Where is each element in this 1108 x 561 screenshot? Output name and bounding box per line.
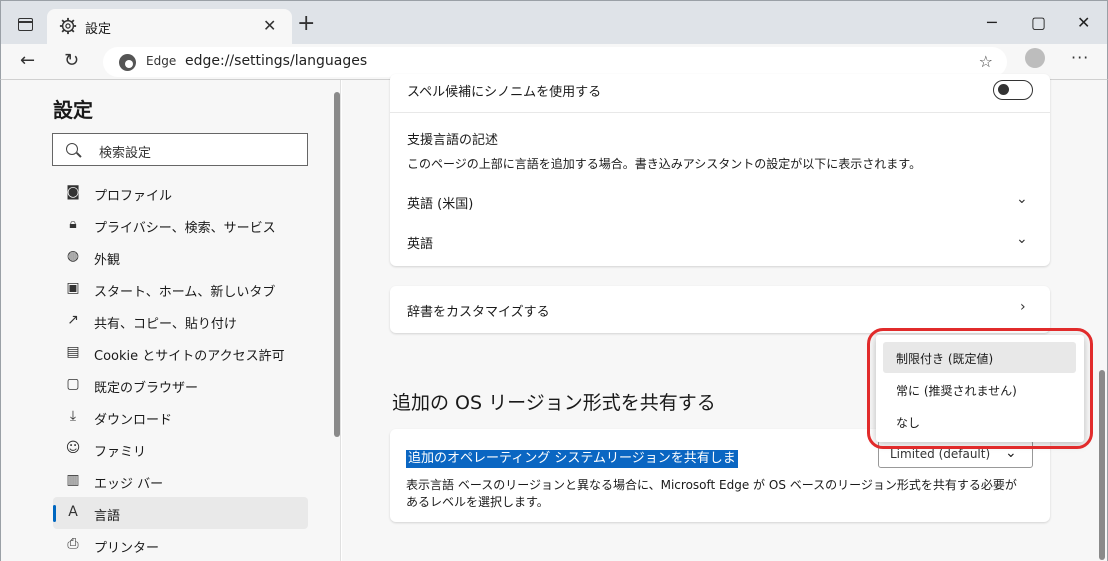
os-region-heading: 追加の OS リージョン形式を共有する xyxy=(392,392,716,414)
sidebar-item-edge-bar[interactable]: ▥ エッジ バー xyxy=(53,465,308,497)
sidebar-item-default-browser[interactable]: ▢ 既定のブラウザー xyxy=(53,369,308,401)
os-region-description: あるレベルを選択します。 xyxy=(406,495,549,509)
sidebar-scrollbar[interactable] xyxy=(334,92,340,437)
sidebar-item-label: 共有、コピー、貼り付け xyxy=(94,317,237,332)
close-tab-icon[interactable]: ✕ xyxy=(263,16,276,35)
gear-icon xyxy=(59,17,77,35)
writing-assistance-heading: 支援言語の記述 xyxy=(407,133,499,148)
highlight-box xyxy=(867,328,1093,449)
settings-sidebar: 設定 検索設定 ◙ プロファイル 🔒︎ プライバシー、検索、サービス ◍ 外観 … xyxy=(0,80,341,561)
more-icon[interactable]: ··· xyxy=(1071,48,1089,67)
family-icon: ☺ xyxy=(65,440,81,456)
sidebar-item-privacy[interactable]: 🔒︎ プライバシー、検索、サービス xyxy=(53,209,308,241)
sidebar-item-label: プロファイル xyxy=(94,189,173,204)
profile-avatar[interactable] xyxy=(1025,48,1045,68)
search-placeholder: 検索設定 xyxy=(99,146,152,161)
sidebar-item-languages[interactable]: A 言語 xyxy=(53,497,308,529)
sidebar-item-downloads[interactable]: ⤓ ダウンロード xyxy=(53,401,308,433)
sidebar-item-cookies[interactable]: ▤ Cookie とサイトのアクセス許可 xyxy=(53,337,308,369)
sidebar-item-appearance[interactable]: ◍ 外観 xyxy=(53,241,308,273)
browser-tab[interactable]: 設定 ✕ xyxy=(47,9,292,45)
sidebar-item-start-home[interactable]: ▣ スタート、ホーム、新しいタブ xyxy=(53,273,308,305)
divider xyxy=(390,112,1050,113)
spell-writing-card: スペル候補にシノニムを使用する 支援言語の記述 このページの上部に言語を追加する… xyxy=(390,74,1050,266)
sidebar-item-family[interactable]: ☺ ファミリ xyxy=(53,433,308,465)
share-icon: ↗ xyxy=(67,312,79,328)
home-tab-icon: ▣ xyxy=(66,280,80,296)
close-window-icon[interactable]: ✕ xyxy=(1077,13,1090,32)
sidebar-item-label: ダウンロード xyxy=(94,413,173,428)
download-icon: ⤓ xyxy=(69,408,77,424)
sidebar-item-printers[interactable]: ⎙ プリンター xyxy=(53,529,308,561)
os-region-label: 追加のオペレーティング システムリージョンを共有しま xyxy=(406,450,738,468)
lock-icon: 🔒︎ xyxy=(69,216,77,232)
select-value: Limited (default) xyxy=(890,447,991,461)
chevron-down-icon[interactable]: ⌄ xyxy=(1016,231,1028,247)
search-icon xyxy=(66,143,78,155)
site-label: Edge xyxy=(146,54,177,68)
minimize-icon[interactable]: ─ xyxy=(987,13,997,32)
printer-icon: ⎙ xyxy=(67,536,79,552)
search-input[interactable]: 検索設定 xyxy=(52,133,308,166)
profile-icon: ◙ xyxy=(66,184,80,200)
sidebar-item-label: ファミリ xyxy=(94,445,147,460)
spell-synonym-label: スペル候補にシノニムを使用する xyxy=(407,85,602,100)
title-bar: 設定 ✕ + ─ ▢ ✕ xyxy=(0,0,1108,45)
tab-title: 設定 xyxy=(85,22,112,37)
customize-dictionary-card[interactable]: 辞書をカスタマイズする › xyxy=(390,286,1050,333)
sidebar-item-label: エッジ バー xyxy=(94,477,164,492)
palette-icon: ◍ xyxy=(66,248,80,264)
sidebar-item-label: プライバシー、検索、サービス xyxy=(94,221,276,236)
language-item[interactable]: 英語 xyxy=(407,233,433,252)
os-region-description: 表示言語 ベースのリージョンと異なる場合に、Microsoft Edge が O… xyxy=(406,478,1017,492)
sidebar-item-label: 言語 xyxy=(94,509,121,524)
browser-icon: ▢ xyxy=(66,376,80,392)
refresh-icon[interactable]: ↻ xyxy=(64,50,79,71)
url-text[interactable]: edge://settings/languages xyxy=(185,53,367,69)
sidebar-item-label: 既定のブラウザー xyxy=(94,381,199,396)
chevron-right-icon[interactable]: › xyxy=(1020,299,1026,315)
edge-bar-icon: ▥ xyxy=(66,472,80,488)
sidebar-item-profile[interactable]: ◙ プロファイル xyxy=(53,177,308,209)
customize-dictionary-label: 辞書をカスタマイズする xyxy=(407,305,550,320)
content-scrollbar[interactable] xyxy=(1099,370,1105,560)
synonym-toggle[interactable] xyxy=(993,80,1033,100)
back-icon[interactable]: ← xyxy=(20,50,35,71)
settings-content: スペル候補にシノニムを使用する 支援言語の記述 このページの上部に言語を追加する… xyxy=(342,74,1108,561)
sidebar-title: 設定 xyxy=(53,98,93,122)
address-bar[interactable]: Edge edge://settings/languages ☆ xyxy=(103,47,1007,77)
chevron-down-icon[interactable]: ⌄ xyxy=(1016,191,1028,207)
add-favorite-icon[interactable]: ☆ xyxy=(979,52,993,71)
sidebar-item-label: Cookie とサイトのアクセス許可 xyxy=(94,349,285,364)
writing-assistance-description: このページの上部に言語を追加する場合。書き込みアシスタントの設定が以下に表示され… xyxy=(407,157,922,171)
cookie-icon: ▤ xyxy=(66,344,80,360)
sidebar-item-label: スタート、ホーム、新しいタブ xyxy=(94,285,276,300)
language-item[interactable]: 英語 (米国) xyxy=(407,193,473,212)
sidebar-item-label: 外観 xyxy=(94,253,121,268)
sidebar-item-share[interactable]: ↗ 共有、コピー、貼り付け xyxy=(53,305,308,337)
new-tab-icon[interactable]: + xyxy=(297,13,315,35)
maximize-icon[interactable]: ▢ xyxy=(1031,13,1046,32)
language-icon: A xyxy=(68,504,78,520)
sidebar-item-label: プリンター xyxy=(94,541,160,556)
edge-logo-icon xyxy=(119,54,136,71)
tab-actions-icon[interactable] xyxy=(18,18,33,31)
